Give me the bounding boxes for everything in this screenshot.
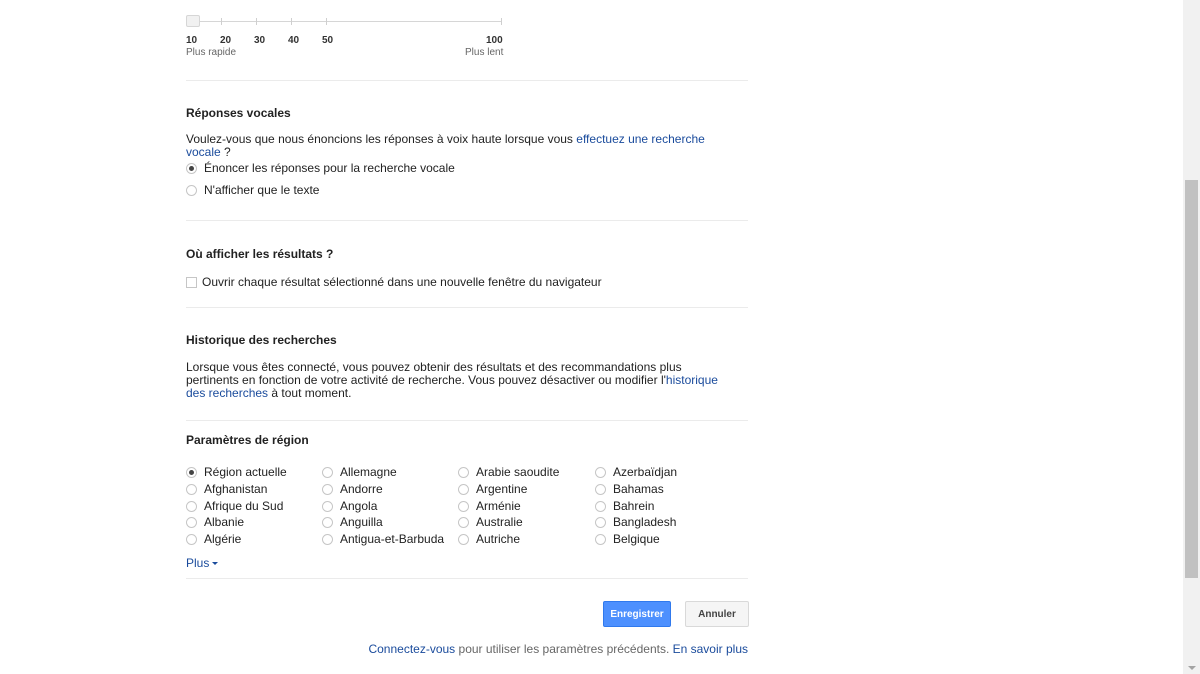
voice-section-title: Réponses vocales: [186, 106, 291, 120]
save-button[interactable]: Enregistrer: [603, 601, 671, 627]
slider-thumb[interactable]: [186, 15, 200, 27]
region-option[interactable]: Arabie saoudite: [458, 465, 559, 479]
region-option[interactable]: Anguilla: [322, 515, 383, 529]
scroll-down-arrow-icon[interactable]: [1188, 666, 1196, 670]
radio-button[interactable]: [458, 466, 469, 478]
region-option[interactable]: Afrique du Sud: [186, 499, 283, 513]
region-option[interactable]: Algérie: [186, 532, 241, 546]
region-option[interactable]: Albanie: [186, 515, 244, 529]
tick-label: 40: [288, 35, 300, 46]
region-option[interactable]: Argentine: [458, 482, 527, 496]
more-regions-link[interactable]: Plus: [186, 556, 219, 570]
voice-question: Voulez-vous que nous énoncions les répon…: [186, 132, 705, 159]
history-section-title: Historique des recherches: [186, 333, 337, 347]
new-window-checkbox[interactable]: [186, 276, 197, 288]
radio-button[interactable]: [186, 466, 197, 478]
radio-button[interactable]: [458, 516, 469, 528]
results-speed-slider[interactable]: 10 20 30 40 50 100 Plus rapide Plus lent: [186, 13, 516, 61]
history-description: Lorsque vous êtes connecté, vous pouvez …: [186, 360, 718, 400]
radio-button[interactable]: [595, 466, 606, 478]
region-option[interactable]: Azerbaïdjan: [595, 465, 677, 479]
radio-button[interactable]: [458, 500, 469, 512]
slider-track[interactable]: [194, 21, 502, 22]
tick-label: 30: [254, 35, 266, 46]
region-section-title: Paramètres de région: [186, 433, 309, 447]
radio-button[interactable]: [458, 483, 469, 495]
region-option[interactable]: Australie: [458, 515, 523, 529]
radio-button[interactable]: [322, 483, 333, 495]
tick-label: 50: [322, 35, 334, 46]
region-option[interactable]: Arménie: [458, 499, 521, 513]
region-option[interactable]: Bahrein: [595, 499, 654, 513]
slow-label: Plus lent: [465, 47, 504, 58]
radio-button[interactable]: [322, 466, 333, 478]
section-divider: [186, 578, 748, 579]
radio-button[interactable]: [595, 516, 606, 528]
region-option[interactable]: Afghanistan: [186, 482, 267, 496]
slider-tick: [221, 18, 222, 25]
radio-button[interactable]: [186, 184, 197, 196]
region-option[interactable]: Bangladesh: [595, 515, 676, 529]
region-option[interactable]: Andorre: [322, 482, 383, 496]
radio-button[interactable]: [322, 516, 333, 528]
signin-footer: Connectez-vous pour utiliser les paramèt…: [368, 642, 748, 656]
radio-button[interactable]: [595, 533, 606, 545]
page-scrollbar[interactable]: [1183, 0, 1200, 674]
results-section-title: Où afficher les résultats ?: [186, 247, 334, 261]
slider-tick: [326, 18, 327, 25]
radio-button[interactable]: [186, 483, 197, 495]
radio-button[interactable]: [595, 483, 606, 495]
radio-button[interactable]: [186, 162, 197, 174]
slider-tick: [256, 18, 257, 25]
signin-link[interactable]: Connectez-vous: [368, 642, 455, 656]
section-divider: [186, 80, 748, 81]
region-option[interactable]: Bahamas: [595, 482, 664, 496]
section-divider: [186, 307, 748, 308]
new-window-option[interactable]: Ouvrir chaque résultat sélectionné dans …: [186, 275, 602, 289]
tick-label: 100: [486, 35, 503, 46]
region-option[interactable]: Angola: [322, 499, 377, 513]
radio-button[interactable]: [186, 500, 197, 512]
voice-option-speak[interactable]: Énoncer les réponses pour la recherche v…: [186, 161, 455, 175]
slider-tick: [291, 18, 292, 25]
slider-tick: [501, 18, 502, 25]
tick-label: 10: [186, 35, 198, 46]
radio-button[interactable]: [322, 500, 333, 512]
voice-option-text-only[interactable]: N'afficher que le texte: [186, 183, 319, 197]
radio-button[interactable]: [186, 516, 197, 528]
cancel-button[interactable]: Annuler: [685, 601, 749, 627]
caret-down-icon: [212, 561, 219, 565]
region-option[interactable]: Belgique: [595, 532, 660, 546]
section-divider: [186, 420, 748, 421]
region-option[interactable]: Région actuelle: [186, 465, 287, 479]
region-option[interactable]: Autriche: [458, 532, 520, 546]
radio-button[interactable]: [322, 533, 333, 545]
fast-label: Plus rapide: [186, 47, 237, 58]
scrollbar-thumb[interactable]: [1185, 180, 1198, 578]
section-divider: [186, 220, 748, 221]
radio-button[interactable]: [186, 533, 197, 545]
radio-button[interactable]: [595, 500, 606, 512]
radio-button[interactable]: [458, 533, 469, 545]
learn-more-link[interactable]: En savoir plus: [673, 642, 748, 656]
region-option[interactable]: Allemagne: [322, 465, 397, 479]
tick-label: 20: [220, 35, 232, 46]
region-option[interactable]: Antigua-et-Barbuda: [322, 532, 444, 546]
